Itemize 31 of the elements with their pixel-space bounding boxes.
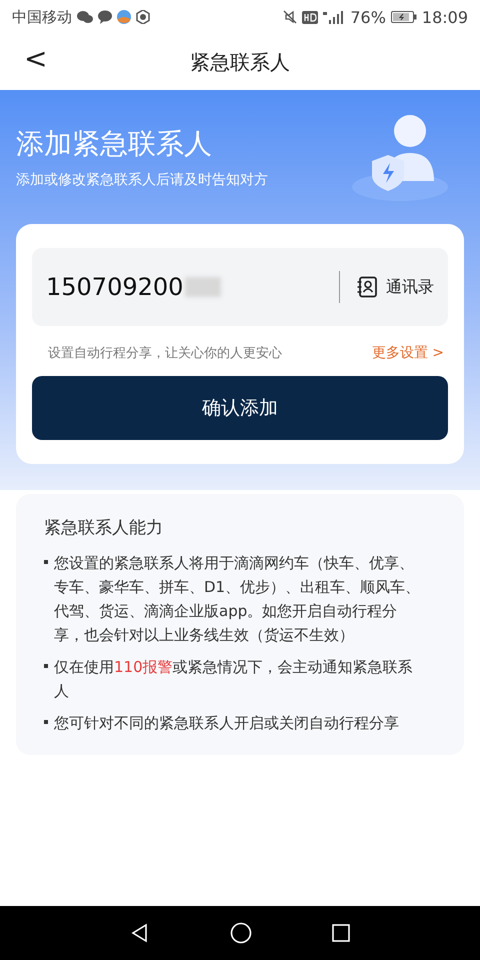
blurred-digits xyxy=(185,277,222,297)
contacts-button[interactable]: 通讯录 xyxy=(356,276,434,298)
recents-icon[interactable] xyxy=(332,924,350,942)
clock-time: 18:09 xyxy=(422,8,468,26)
contact-book-icon xyxy=(356,276,378,298)
battery-icon xyxy=(390,11,417,23)
app-icon xyxy=(117,10,131,24)
info-text: 您可针对不同的紧急联系人开启或关闭自动行程分享 xyxy=(54,713,400,734)
bullet-mark xyxy=(44,664,48,668)
mute-icon xyxy=(283,10,298,24)
info-title: 紧急联系人能力 xyxy=(44,517,164,539)
shield-icon xyxy=(136,10,150,24)
share-hint: 设置自动行程分享，让关心你的人更安心 xyxy=(48,345,282,362)
carrier-name: 中国移动 xyxy=(12,8,72,26)
page-title: 紧急联系人 xyxy=(190,48,290,76)
home-icon[interactable] xyxy=(230,922,252,944)
bullet-mark xyxy=(44,560,48,564)
chat-icon xyxy=(77,10,93,24)
back-icon[interactable] xyxy=(130,923,150,943)
battery-percent: 76% xyxy=(350,8,386,26)
info-text: 您设置的紧急联系人将用于滴滴网约车（快车、优享、专车、豪华车、拼车、D1、优步）、出租车、顺风车、代驾、货运、滴滴企业版app。如您开启自动行程分享，也会针对以上业务线生效（货运不生效） xyxy=(54,553,422,646)
message-icon xyxy=(98,10,112,24)
banner-title: 添加紧急联系人 xyxy=(16,126,213,162)
banner-subtitle: 添加或修改紧急联系人后请及时告知对方 xyxy=(16,171,269,189)
phone-input-field[interactable]: 150709200 通讯录 xyxy=(32,248,448,326)
info-text: 仅在使用110报警或紧急情况下，会主动通知紧急联系人 xyxy=(54,657,414,702)
bullet-mark xyxy=(44,720,48,724)
signal-icon xyxy=(323,10,346,24)
back-button[interactable]: < xyxy=(18,42,54,75)
hd-icon xyxy=(302,10,318,24)
confirm-add-button[interactable]: 确认添加 xyxy=(32,376,448,440)
